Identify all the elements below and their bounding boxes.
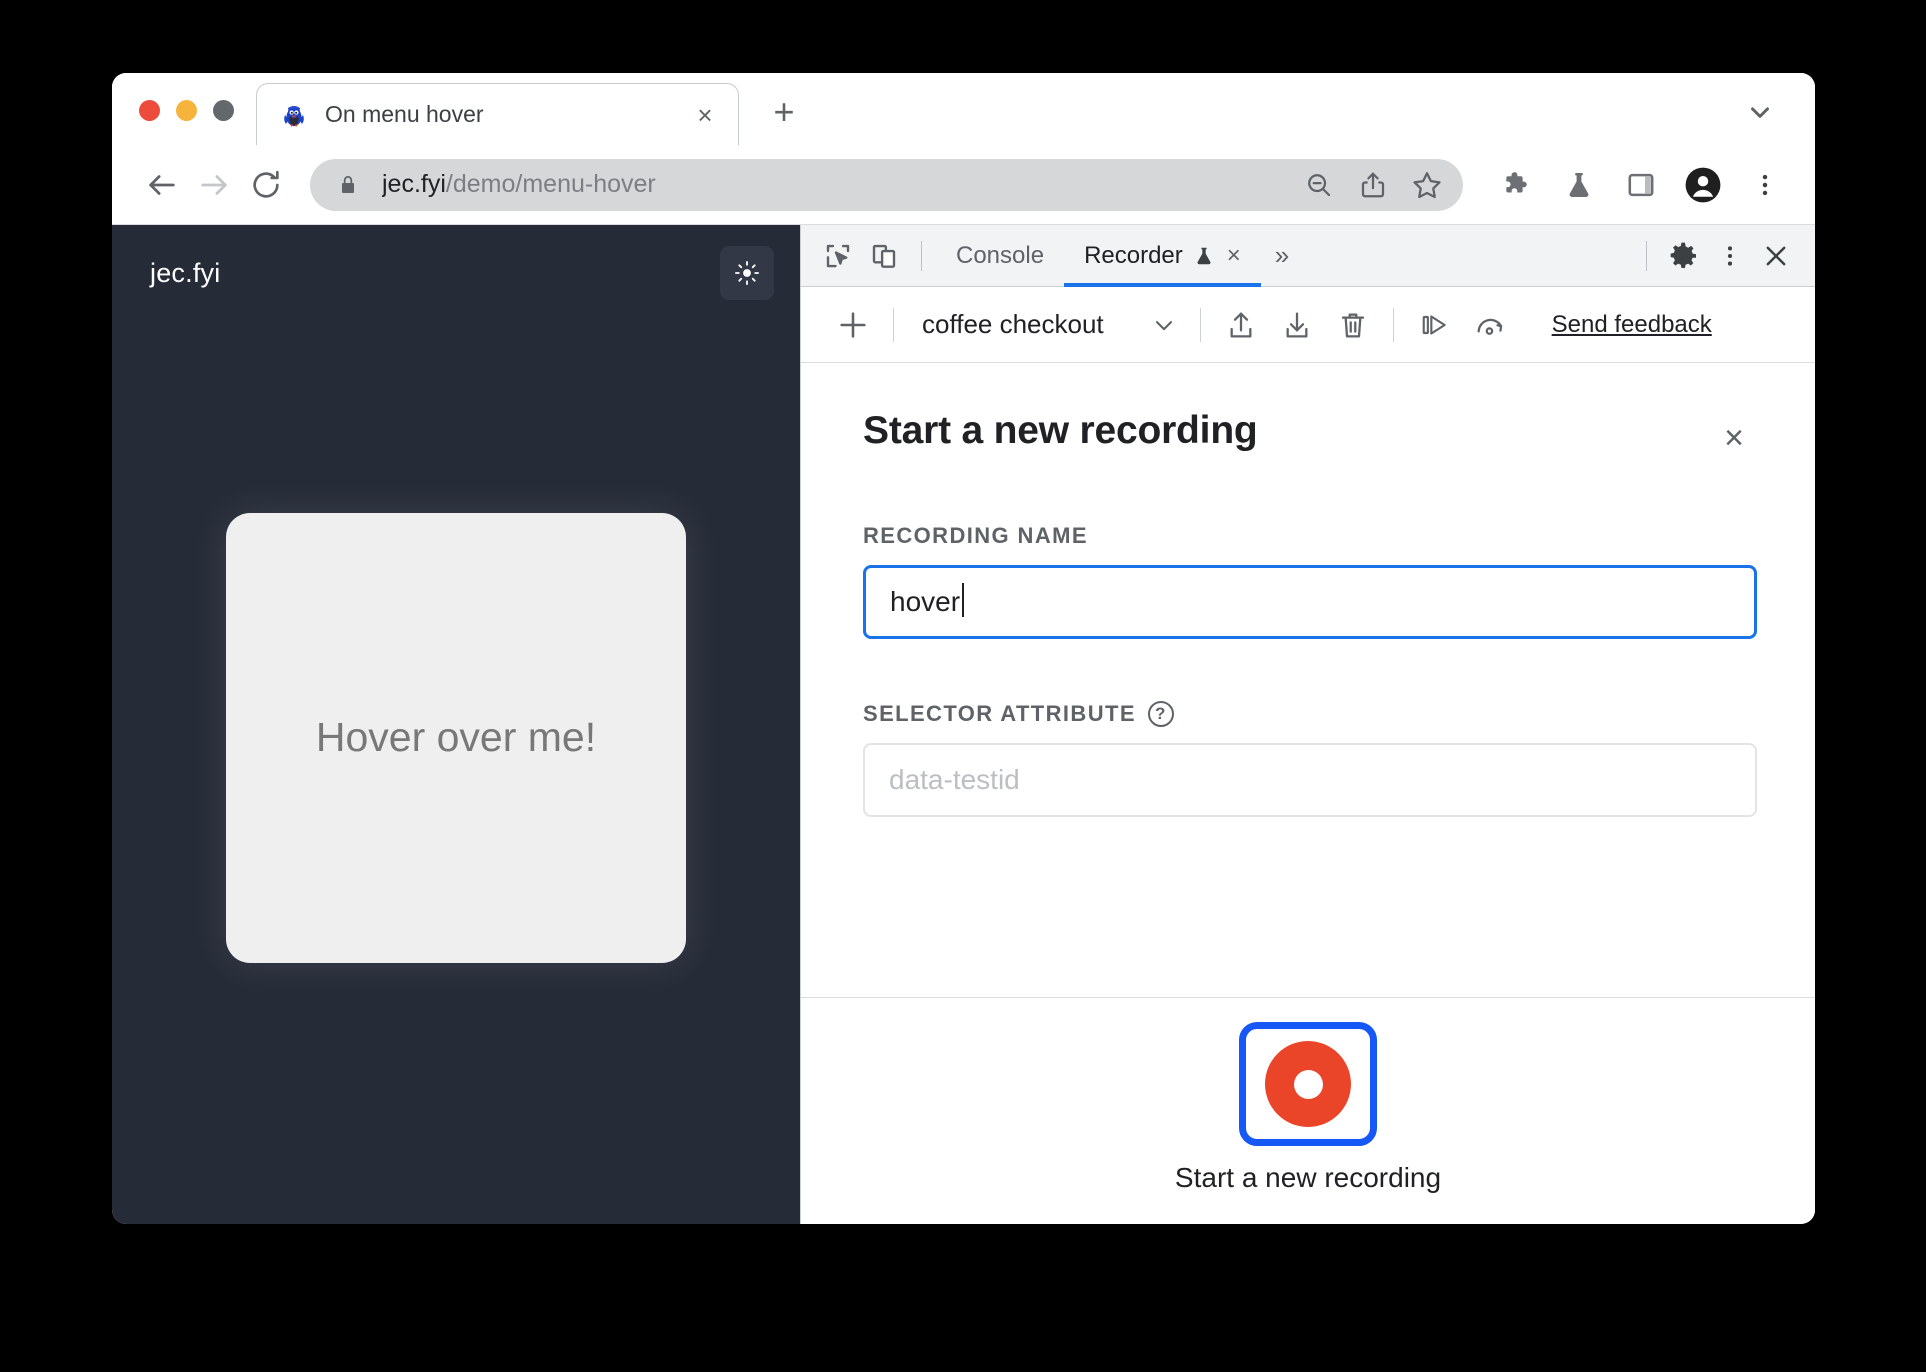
three-dot-menu-icon[interactable] [1707, 233, 1753, 279]
recording-selector-dropdown[interactable]: coffee checkout [906, 301, 1188, 349]
recorder-footer: Start a new recording [801, 997, 1815, 1224]
page-main: Hover over me! [112, 321, 800, 1224]
import-upload-icon[interactable] [1213, 301, 1269, 349]
devtools-tabbar: Console Recorder × » [801, 225, 1815, 287]
gear-icon[interactable] [1661, 233, 1707, 279]
divider [1199, 307, 1201, 342]
sun-icon[interactable] [720, 246, 774, 300]
tab-recorder[interactable]: Recorder × [1064, 225, 1261, 287]
address-bar[interactable]: jec.fyi/demo/menu-hover [310, 158, 1463, 211]
tab-recorder-close-icon[interactable]: × [1227, 243, 1241, 268]
share-icon[interactable] [1349, 161, 1397, 209]
selector-attribute-input[interactable]: data-testid [863, 743, 1757, 817]
page-viewport: jec.fyi Hover over me! [112, 225, 800, 1224]
browser-tab-title: On menu hover [325, 101, 484, 127]
divider [893, 307, 894, 342]
flask-icon[interactable] [1555, 161, 1603, 209]
devtools-close-icon[interactable] [1753, 233, 1799, 279]
recording-selector-value: coffee checkout [922, 309, 1104, 339]
page-title: Start a new recording [863, 409, 1258, 452]
flask-icon [1193, 245, 1215, 267]
tab-close-icon[interactable]: × [690, 100, 720, 130]
new-tab-button[interactable]: + [761, 89, 807, 135]
inspect-element-icon[interactable] [815, 233, 861, 279]
selector-attribute-label: SELECTOR ATTRIBUTE ? [863, 701, 1757, 727]
browser-content: jec.fyi Hover over me! Console Recorder … [112, 225, 1815, 1224]
browser-toolbar: jec.fyi/demo/menu-hover [112, 145, 1815, 225]
zoom-out-icon[interactable] [1295, 161, 1343, 209]
reload-icon[interactable] [240, 159, 292, 211]
trash-icon[interactable] [1325, 301, 1381, 349]
window-traffic-lights [112, 100, 256, 145]
page-scrollbar[interactable] [796, 225, 800, 1224]
performance-gauge-icon[interactable] [1462, 301, 1518, 349]
start-recording-caption: Start a new recording [1174, 1162, 1442, 1193]
browser-tab-active[interactable]: On menu hover × [256, 83, 739, 145]
selector-attribute-label-text: SELECTOR ATTRIBUTE [863, 701, 1136, 726]
extensions-puzzle-icon[interactable] [1493, 161, 1541, 209]
devtools-tabs-overflow[interactable]: » [1261, 240, 1303, 271]
recording-name-label: RECORDING NAME [863, 523, 1757, 549]
address-bar-url: jec.fyi/demo/menu-hover [382, 170, 1289, 199]
recording-name-label-text: RECORDING NAME [863, 523, 1088, 548]
lock-icon [336, 173, 360, 197]
chevron-down-icon[interactable] [1743, 95, 1777, 129]
step-replay-icon[interactable] [1406, 301, 1462, 349]
divider [1646, 240, 1647, 271]
new-recording-form: Start a new recording × RECORDING NAME h… [801, 363, 1815, 997]
chevron-down-icon [1150, 311, 1178, 339]
recording-name-value: hover [890, 583, 965, 617]
panel-header: Start a new recording × [863, 409, 1757, 461]
divider [1392, 307, 1394, 342]
hover-target-card[interactable]: Hover over me! [226, 512, 686, 963]
record-circle-icon [1265, 1041, 1351, 1127]
window-maximize-button[interactable] [213, 100, 234, 121]
browser-window: On menu hover × + jec.fyi/demo/menu-hove… [112, 73, 1815, 1224]
tab-recorder-label: Recorder [1084, 241, 1183, 269]
help-question-icon[interactable]: ? [1147, 701, 1174, 727]
tab-console[interactable]: Console [936, 225, 1064, 287]
export-download-icon[interactable] [1269, 301, 1325, 349]
three-dot-menu-icon[interactable] [1741, 161, 1789, 209]
window-minimize-button[interactable] [176, 100, 197, 121]
window-close-button[interactable] [139, 100, 160, 121]
tab-strip: On menu hover × + [112, 73, 1815, 145]
recorder-content: Start a new recording × RECORDING NAME h… [801, 363, 1815, 1224]
side-panel-icon[interactable] [1617, 161, 1665, 209]
panel-close-icon[interactable]: × [1711, 415, 1757, 461]
tab-console-label: Console [956, 241, 1045, 269]
penguin-favicon [281, 102, 307, 128]
devtools-panel: Console Recorder × » coffee checkout Sen… [800, 225, 1815, 1224]
bookmark-star-icon[interactable] [1403, 161, 1451, 209]
recorder-toolbar: coffee checkout Send feedback [801, 287, 1815, 363]
start-recording-button[interactable] [1239, 1022, 1377, 1146]
profile-avatar-icon[interactable] [1679, 161, 1727, 209]
device-toolbar-icon[interactable] [861, 233, 907, 279]
forward-arrow-icon[interactable] [188, 159, 240, 211]
url-host: jec.fyi [382, 170, 446, 198]
add-recording-button[interactable] [825, 301, 881, 349]
send-feedback-link[interactable]: Send feedback [1552, 311, 1712, 339]
recording-name-input[interactable]: hover [863, 565, 1757, 639]
divider [921, 240, 922, 271]
back-arrow-icon[interactable] [136, 159, 188, 211]
hover-card-label: Hover over me! [315, 714, 597, 760]
page-header: jec.fyi [112, 225, 800, 321]
site-logo[interactable]: jec.fyi [150, 258, 220, 289]
selector-attribute-placeholder: data-testid [889, 764, 1020, 795]
url-path: /demo/menu-hover [445, 170, 656, 198]
